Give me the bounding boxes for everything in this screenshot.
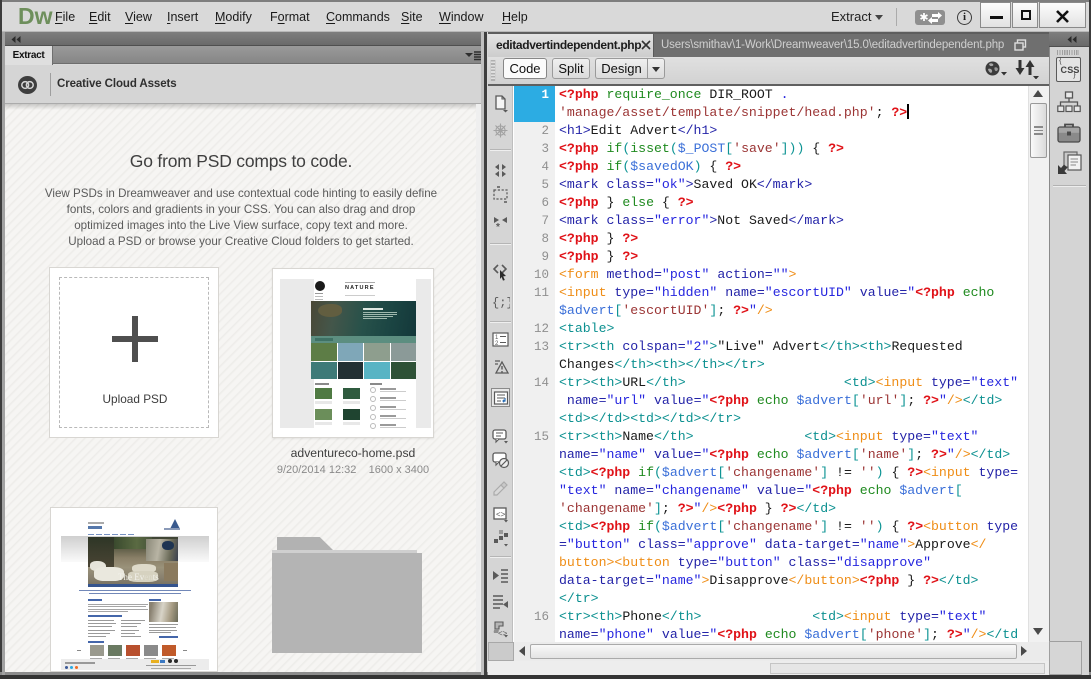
svg-text:✱: ✱	[919, 12, 928, 24]
svg-text:<>: <>	[496, 510, 506, 519]
svg-text:{;}: {;}	[492, 296, 510, 310]
svg-text:*: *	[496, 222, 500, 232]
